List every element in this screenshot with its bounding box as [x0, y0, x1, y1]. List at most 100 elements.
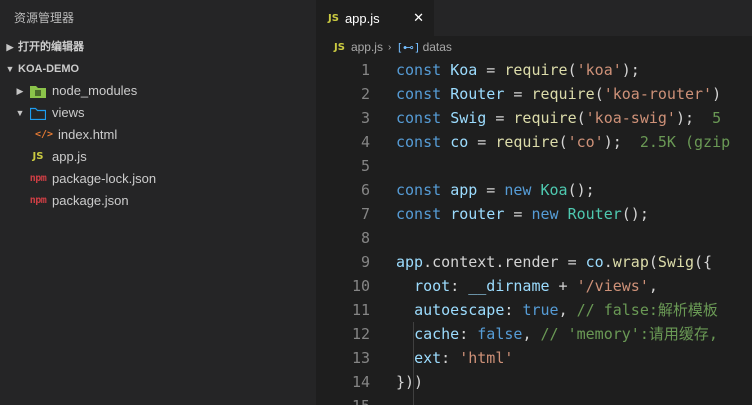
folder-icon [30, 106, 46, 120]
line-number: 10 [351, 277, 370, 295]
tree-item-package-json[interactable]: npm package.json [0, 190, 316, 212]
js-file-icon: JS [328, 12, 339, 24]
punctuation: , [648, 277, 658, 295]
keyword: new [504, 181, 532, 199]
property-key: ext [414, 349, 442, 367]
breadcrumb-symbol[interactable]: datas [423, 40, 452, 54]
keyword: const [396, 133, 442, 151]
tree-item-label: package-lock.json [52, 171, 157, 186]
line-number: 7 [360, 205, 370, 223]
chevron-down-icon: ▼ [5, 64, 15, 74]
breadcrumb-file[interactable]: app.js [351, 40, 383, 54]
chevron-right-icon: ▶ [6, 42, 14, 52]
code-line: 5 [316, 154, 752, 178]
punctuation: ( [576, 109, 586, 127]
function-name: require [495, 133, 559, 151]
code-line: 2 const Router = require('koa-router') [316, 82, 752, 106]
keyword: const [396, 181, 442, 199]
close-icon[interactable]: ✕ [413, 10, 424, 26]
code-line: 6 const app = new Koa(); [316, 178, 752, 202]
operator: = [477, 61, 505, 79]
operator: = [504, 205, 532, 223]
tree-item-views[interactable]: ▼ views [0, 102, 316, 124]
punctuation: ); [621, 61, 640, 79]
js-file-icon: JS [334, 41, 345, 53]
code-area[interactable]: 1 const Koa = require('koa'); 2 const Rout… [316, 58, 752, 405]
js-file-icon: JS [32, 151, 44, 162]
code-line: 10 root: __dirname + '/views', [316, 274, 752, 298]
tree-item-package-lock-json[interactable]: npm package-lock.json [0, 168, 316, 190]
variable-symbol-icon: [⊷] [396, 40, 421, 54]
punctuation: , [558, 301, 577, 319]
breadcrumb: JS app.js › [⊷] datas [316, 36, 752, 58]
tree-item-index-html[interactable]: </> index.html [0, 124, 316, 146]
punctuation: : [504, 301, 523, 319]
line-number: 14 [351, 373, 370, 391]
identifier: Koa [450, 61, 478, 79]
operator: = [504, 85, 532, 103]
folder-node-icon [30, 84, 46, 98]
import-size-hint: 5 [694, 109, 722, 127]
punctuation: , [522, 325, 541, 343]
tree-item-label: node_modules [52, 83, 138, 98]
code-line: 4 const co = require('co'); 2.5K (gzip [316, 130, 752, 154]
chevron-right-icon: › [387, 41, 392, 53]
boolean-literal: true [522, 301, 559, 319]
line-number: 4 [360, 133, 370, 151]
punctuation: })) [396, 373, 424, 391]
code-line: 1 const Koa = require('koa'); [316, 58, 752, 82]
punctuation: ) [712, 85, 722, 103]
property-key: cache [414, 325, 460, 343]
function-name: require [504, 61, 568, 79]
json-file-icon: npm [29, 173, 47, 184]
string: 'koa-router' [603, 85, 713, 103]
identifier: Router [450, 85, 505, 103]
comment: // false:解析模板 [576, 301, 718, 319]
tree-item-app-js[interactable]: JS app.js [0, 146, 316, 168]
project-label: KOA-DEMO [18, 63, 80, 75]
operator: = [477, 181, 505, 199]
comment: // 'memory':请用缓存, [540, 325, 718, 343]
explorer-title: 资源管理器 [14, 11, 75, 25]
keyword: const [396, 61, 442, 79]
line-number: 5 [360, 157, 370, 175]
function-name: Swig [657, 253, 695, 271]
boolean-literal: false [477, 325, 523, 343]
chevron-right-icon: ▶ [16, 86, 24, 96]
chevron-down-icon: ▼ [15, 108, 25, 118]
line-number: 2 [360, 85, 370, 103]
identifier: router [450, 205, 505, 223]
code-line: 3 const Swig = require('koa-swig'); 5 [316, 106, 752, 130]
identifier: __dirname [468, 277, 550, 295]
code-line: 14})) [316, 370, 752, 394]
identifier: app [450, 181, 478, 199]
line-number: 9 [360, 253, 370, 271]
string: 'html' [459, 349, 514, 367]
function-name: require [513, 109, 577, 127]
indent-guide [413, 322, 414, 405]
string: 'co' [567, 133, 604, 151]
code-editor: JS app.js ✕ JS app.js › [⊷] datas 1 const… [316, 0, 752, 405]
punctuation: ( [558, 133, 568, 151]
open-editors-section[interactable]: ▶ 打开的编辑器 [0, 36, 316, 58]
operator: = [486, 109, 514, 127]
code-line: 11 autoescape: true, // false:解析模板 [316, 298, 752, 322]
identifier: app [396, 253, 424, 271]
identifier: co [585, 253, 604, 271]
identifier: Swig [450, 109, 487, 127]
function-name: require [531, 85, 595, 103]
property-key: autoescape [414, 301, 505, 319]
keyword: const [396, 205, 442, 223]
code-line: 15 [316, 394, 752, 405]
tab-label: app.js [344, 10, 380, 26]
project-section[interactable]: ▼ KOA-DEMO [0, 58, 316, 80]
punctuation: ); [675, 109, 695, 127]
tab-app-js[interactable]: JS app.js ✕ [316, 0, 434, 36]
punctuation: : [450, 277, 469, 295]
operator: = [468, 133, 496, 151]
open-editors-label: 打开的编辑器 [18, 41, 84, 53]
tree-item-label: app.js [52, 149, 87, 164]
tree-item-node-modules[interactable]: ▶ node_modules [0, 80, 316, 102]
code-line: 9 app.context.render = co.wrap(Swig({ [316, 250, 752, 274]
line-number: 15 [316, 394, 370, 405]
